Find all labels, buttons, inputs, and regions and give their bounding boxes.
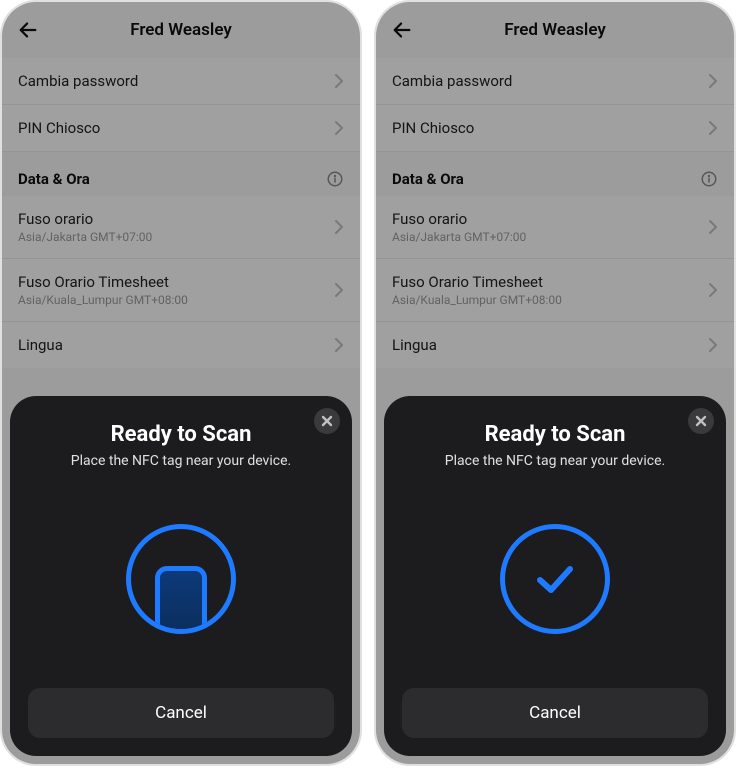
row-sublabel: Asia/Jakarta GMT+07:00 (392, 230, 526, 244)
chevron-right-icon (334, 73, 344, 89)
row-kiosk-pin[interactable]: PIN Chiosco (2, 105, 360, 152)
row-timesheet-timezone[interactable]: Fuso Orario Timesheet Asia/Kuala_Lumpur … (2, 259, 360, 322)
section-datetime: Data & Ora (2, 152, 360, 196)
row-label: Fuso orario (18, 210, 152, 228)
row-label: Fuso Orario Timesheet (392, 273, 562, 291)
settings-list: Cambia password PIN Chiosco Data & Ora F… (2, 58, 360, 368)
nfc-graphic (28, 469, 334, 688)
arrow-left-icon (391, 19, 413, 41)
section-datetime: Data & Ora (376, 152, 734, 196)
back-button[interactable] (390, 18, 414, 42)
arrow-left-icon (17, 19, 39, 41)
nfc-success-sheet: Ready to Scan Place the NFC tag near you… (384, 396, 726, 756)
sheet-subtitle: Place the NFC tag near your device. (71, 453, 291, 469)
row-timesheet-timezone[interactable]: Fuso Orario Timesheet Asia/Kuala_Lumpur … (376, 259, 734, 322)
row-timezone[interactable]: Fuso orario Asia/Jakarta GMT+07:00 (2, 196, 360, 259)
cancel-label: Cancel (155, 703, 207, 723)
chevron-right-icon (708, 219, 718, 235)
section-title: Data & Ora (18, 170, 90, 188)
sheet-title: Ready to Scan (485, 422, 626, 447)
row-sublabel: Asia/Kuala_Lumpur GMT+08:00 (18, 293, 188, 307)
cancel-label: Cancel (529, 703, 581, 723)
row-label: PIN Chiosco (18, 119, 100, 137)
row-label: Cambia password (18, 72, 138, 90)
sheet-title: Ready to Scan (111, 422, 252, 447)
app-header: Fred Weasley (376, 2, 734, 58)
chevron-right-icon (334, 120, 344, 136)
close-button[interactable] (688, 408, 714, 434)
page-title: Fred Weasley (504, 20, 606, 40)
sheet-subtitle: Place the NFC tag near your device. (445, 453, 665, 469)
close-icon (694, 414, 708, 428)
nfc-scan-sheet: Ready to Scan Place the NFC tag near you… (10, 396, 352, 756)
chevron-right-icon (708, 337, 718, 353)
page-title: Fred Weasley (130, 20, 232, 40)
row-label: Lingua (18, 336, 63, 354)
row-label: Cambia password (392, 72, 512, 90)
info-icon[interactable] (700, 170, 718, 188)
nfc-graphic (402, 469, 708, 688)
row-label: PIN Chiosco (392, 119, 474, 137)
phone-screen-scanning: Fred Weasley Cambia password PIN Chiosco… (0, 0, 362, 766)
device-icon (155, 566, 207, 634)
row-change-password[interactable]: Cambia password (376, 58, 734, 105)
row-kiosk-pin[interactable]: PIN Chiosco (376, 105, 734, 152)
close-button[interactable] (314, 408, 340, 434)
checkmark-icon (528, 552, 582, 606)
scan-circle-icon (126, 524, 236, 634)
row-label: Lingua (392, 336, 437, 354)
app-header: Fred Weasley (2, 2, 360, 58)
row-label: Fuso orario (392, 210, 526, 228)
chevron-right-icon (708, 120, 718, 136)
back-button[interactable] (16, 18, 40, 42)
settings-list: Cambia password PIN Chiosco Data & Ora F… (376, 58, 734, 368)
row-sublabel: Asia/Kuala_Lumpur GMT+08:00 (392, 293, 562, 307)
cancel-button[interactable]: Cancel (402, 688, 708, 738)
row-change-password[interactable]: Cambia password (2, 58, 360, 105)
row-language[interactable]: Lingua (376, 322, 734, 368)
section-title: Data & Ora (392, 170, 464, 188)
row-sublabel: Asia/Jakarta GMT+07:00 (18, 230, 152, 244)
cancel-button[interactable]: Cancel (28, 688, 334, 738)
row-language[interactable]: Lingua (2, 322, 360, 368)
chevron-right-icon (334, 282, 344, 298)
chevron-right-icon (708, 282, 718, 298)
chevron-right-icon (334, 219, 344, 235)
success-circle-icon (500, 524, 610, 634)
row-timezone[interactable]: Fuso orario Asia/Jakarta GMT+07:00 (376, 196, 734, 259)
phone-screen-success: Fred Weasley Cambia password PIN Chiosco… (374, 0, 736, 766)
chevron-right-icon (708, 73, 718, 89)
close-icon (320, 414, 334, 428)
info-icon[interactable] (326, 170, 344, 188)
chevron-right-icon (334, 337, 344, 353)
row-label: Fuso Orario Timesheet (18, 273, 188, 291)
